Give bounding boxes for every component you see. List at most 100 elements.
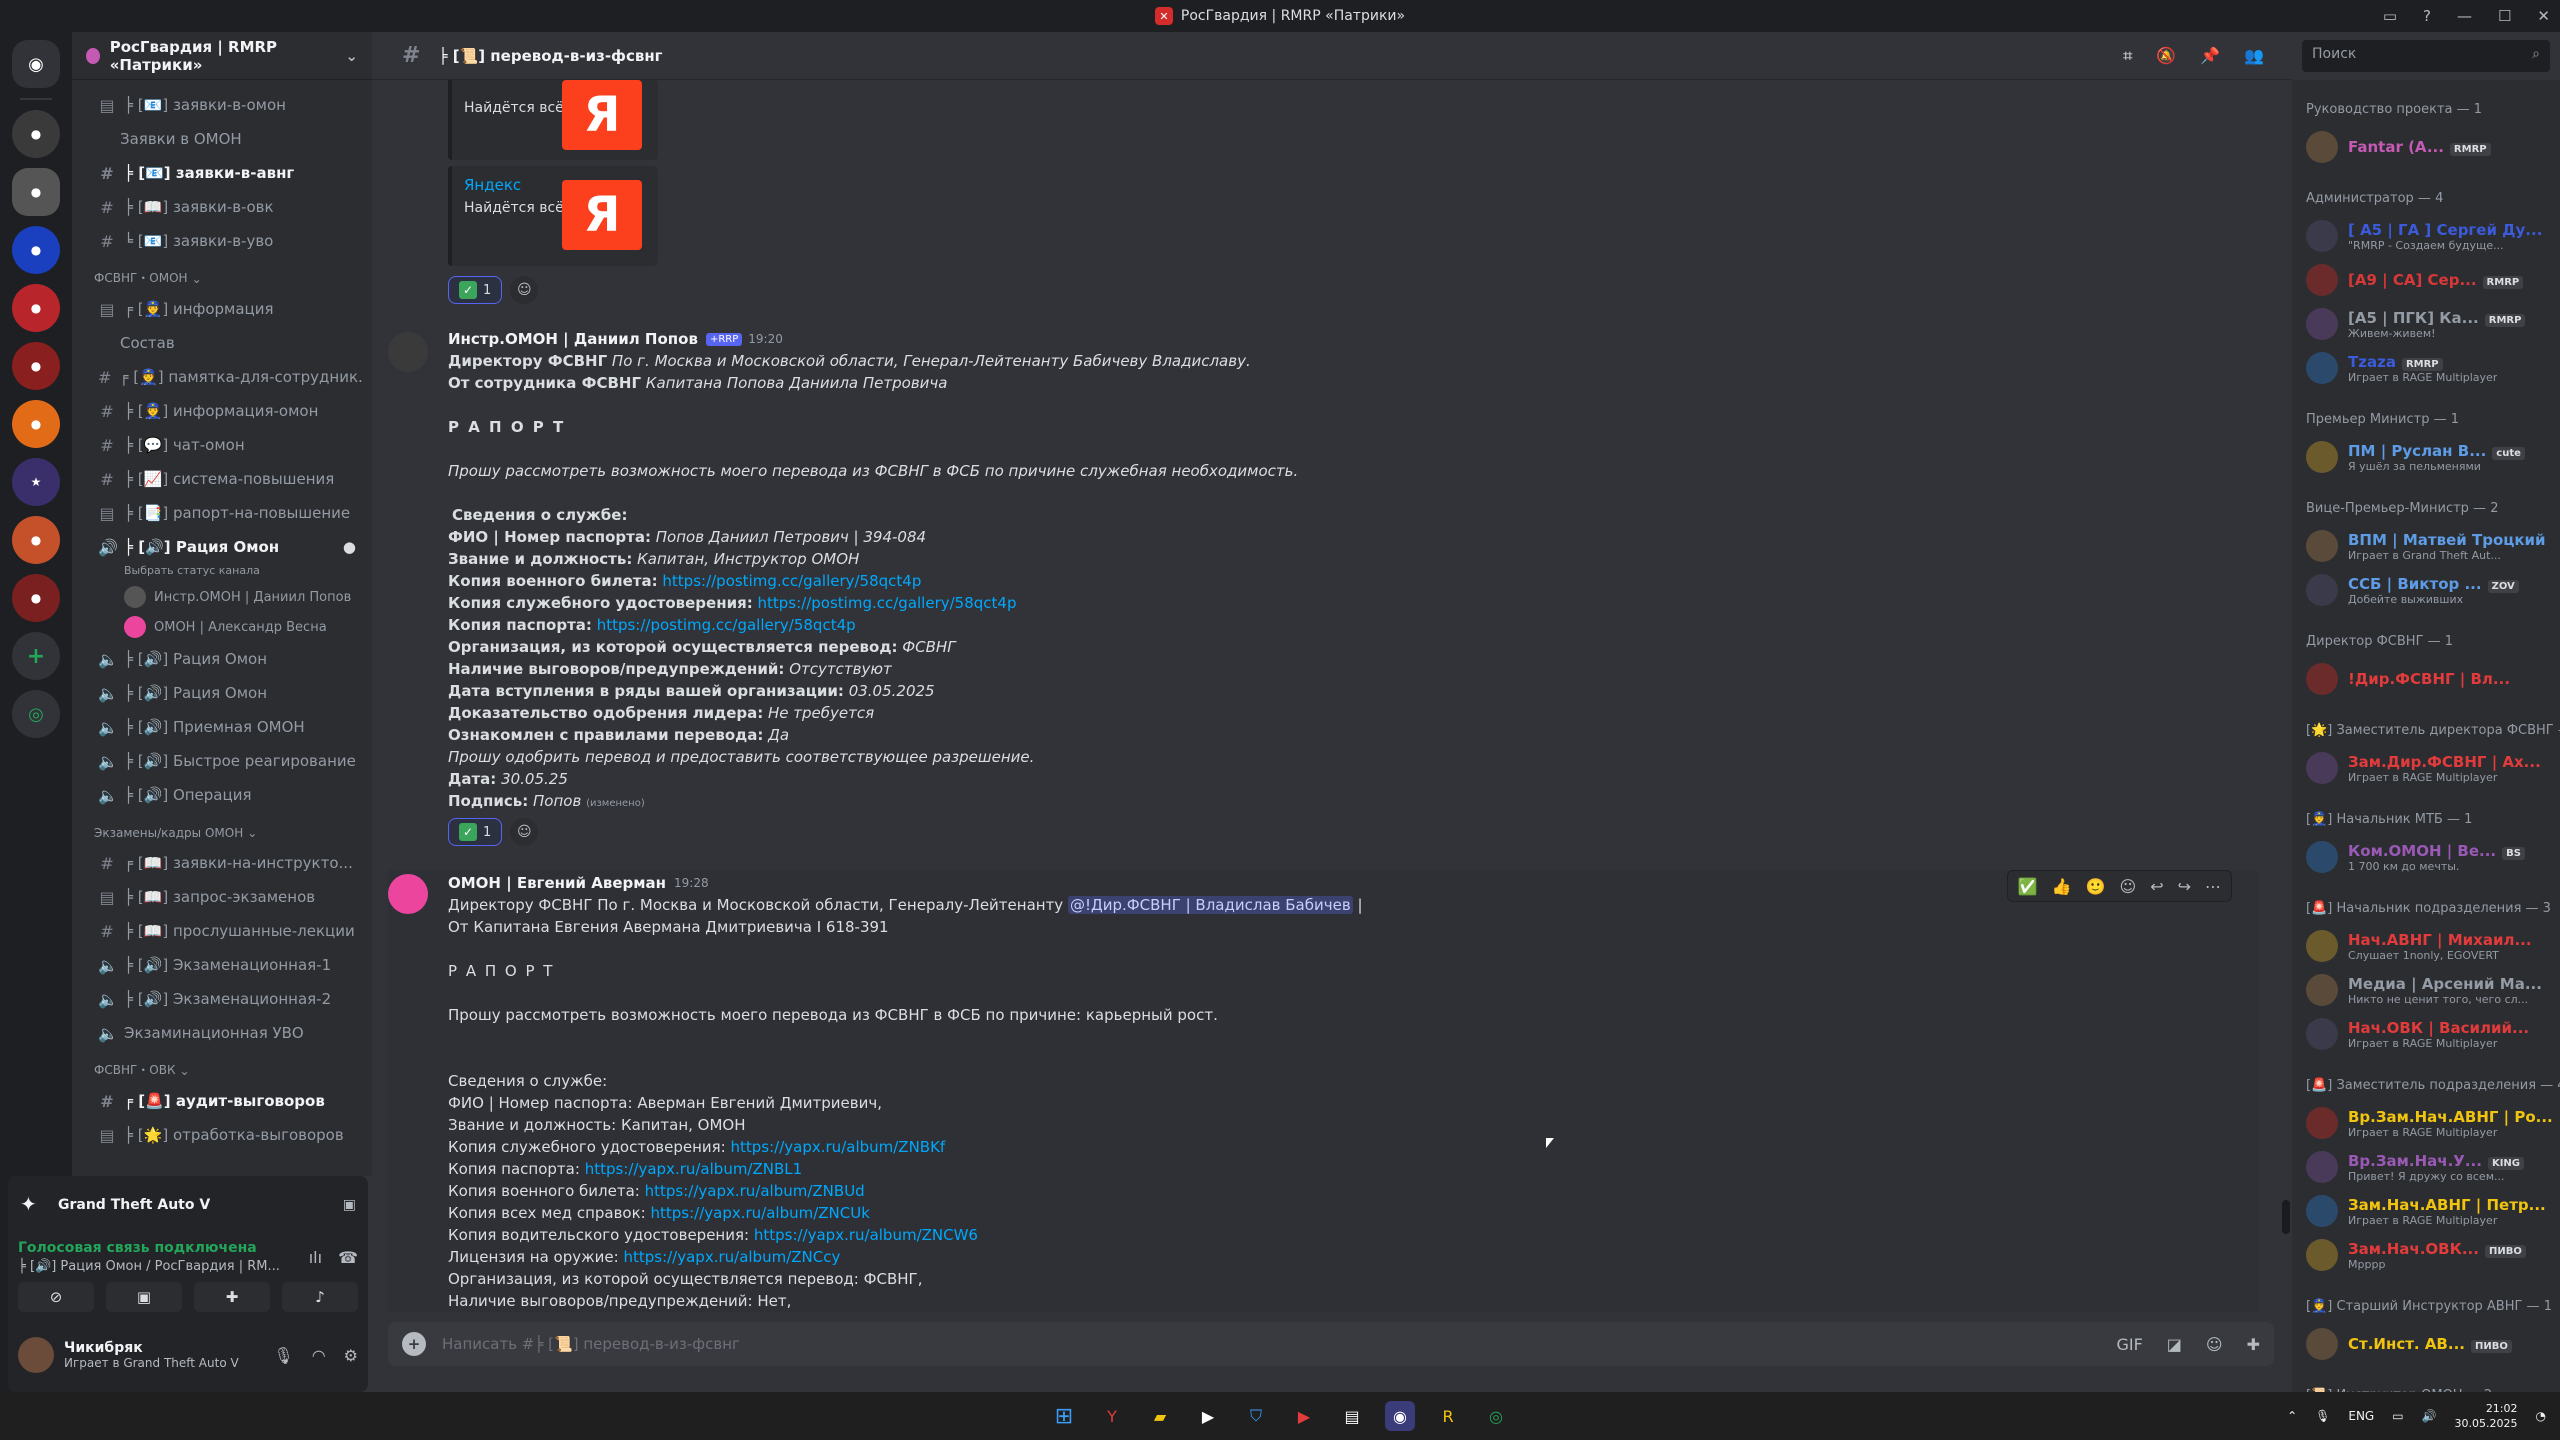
discord-taskbar-icon[interactable]: ◉ bbox=[1385, 1401, 1415, 1431]
server-header[interactable]: РосГвардия | RMRP «Патрики» ⌄ bbox=[72, 32, 372, 80]
channel-item[interactable]: # ╒ [🚨] аудит-выговоров bbox=[80, 1084, 364, 1118]
message-author[interactable]: Инстр.ОМОН | Даниил Попов bbox=[448, 330, 698, 348]
member-item[interactable]: Fantar (A... RMRP bbox=[2300, 125, 2552, 169]
more-icon[interactable]: ⋯ bbox=[2205, 877, 2221, 896]
channel-item[interactable]: # ╞ [📧] заявки-в-авнг bbox=[80, 156, 364, 190]
smile-emoji-icon[interactable]: 🙂 bbox=[2086, 877, 2106, 896]
voice-channel[interactable]: 🔈 ╞ [🔊] Операция bbox=[80, 778, 364, 812]
member-item[interactable]: [A5 | ПГК] Ка... RMRP Живем-живем! bbox=[2300, 302, 2552, 346]
close-button[interactable]: ✕ bbox=[2537, 7, 2550, 25]
category-header[interactable]: ФСВНГ・ОВК ⌄ bbox=[80, 1050, 364, 1084]
server-icon-7[interactable]: ★ bbox=[12, 458, 60, 506]
member-item[interactable]: !Дир.ФСВНГ | Вл... bbox=[2300, 657, 2552, 701]
add-reaction-icon[interactable]: ☺ bbox=[510, 818, 539, 846]
notepad-icon[interactable]: ▤ bbox=[1337, 1401, 1367, 1431]
microphone-icon[interactable]: 🎙 bbox=[273, 1346, 293, 1365]
notifications-icon[interactable]: ◔ bbox=[2536, 1409, 2546, 1423]
channel-item[interactable]: ▤ ╒ [👮] информация bbox=[80, 292, 364, 326]
channel-item[interactable]: # ╘ [📧] заявки-в-уво bbox=[80, 224, 364, 258]
clock[interactable]: 21:02 30.05.2025 bbox=[2455, 1401, 2518, 1431]
member-item[interactable]: Нач.ОВК | Василий... Играет в RAGE Multip… bbox=[2300, 1012, 2552, 1056]
link[interactable]: https://postimg.cc/gallery/58qct4p bbox=[662, 572, 921, 590]
user-mention[interactable]: @!Дир.ФСВНГ | Владислав Бабичев bbox=[1067, 896, 1353, 914]
notification-bell-icon[interactable]: 🔕 bbox=[2156, 46, 2176, 66]
link[interactable]: https://yapx.ru/album/ZNCW6 bbox=[754, 1226, 978, 1244]
voice-channel-label[interactable]: ╞ [🔊] Рация Омон / РосГвардия | RM... bbox=[18, 1259, 280, 1274]
server-icon-6[interactable]: ● bbox=[12, 400, 60, 448]
search-input[interactable]: Поиск ⌕ bbox=[2302, 40, 2550, 72]
member-item[interactable]: Нач.АВНГ | Михаил... Слушает 1nonly, EGOV… bbox=[2300, 924, 2552, 968]
volume-icon[interactable]: 🔊 bbox=[2422, 1409, 2437, 1423]
channel-item[interactable]: # ╒ [📖] заявки-на-инструкто... bbox=[80, 846, 364, 880]
channel-item[interactable]: ▤ ╞ [📑] рапорт-на-повышение bbox=[80, 496, 364, 530]
reaction-check[interactable]: ✓ 1 bbox=[448, 818, 503, 846]
voice-channel[interactable]: 🔈 ╞ [🔊] Экзаменационная-2 bbox=[80, 982, 364, 1016]
soundboard-button[interactable]: ♪ bbox=[282, 1282, 358, 1312]
yandex-browser-icon[interactable]: Y bbox=[1097, 1401, 1127, 1431]
link[interactable]: https://postimg.cc/gallery/58qct4p bbox=[597, 616, 856, 634]
discord-home-icon[interactable]: ◉ bbox=[12, 40, 60, 88]
member-item[interactable]: Вр.Зам.Нач.У... KING Привет! Я дружу со вс… bbox=[2300, 1145, 2552, 1189]
media-player-icon[interactable]: ▶ bbox=[1193, 1401, 1223, 1431]
member-item[interactable]: ССБ | Виктор ... ZOV Добейте выживших bbox=[2300, 568, 2552, 612]
thumbs-up-icon[interactable]: 👍 bbox=[2052, 877, 2072, 896]
member-item[interactable]: ВПМ | Матвей Троцкий Играет в Grand Theft… bbox=[2300, 524, 2552, 568]
member-item[interactable]: [A9 | CA] Сер... RMRP bbox=[2300, 258, 2552, 302]
voice-user[interactable]: ОМОН | Александр Весна bbox=[80, 612, 364, 642]
voice-channel[interactable]: 🔈 ╞ [🔊] Приемная ОМОН bbox=[80, 710, 364, 744]
category-header[interactable]: Экзамены/кадры ОМОН ⌄ bbox=[80, 812, 364, 846]
server-icon-9[interactable]: ● bbox=[12, 574, 60, 622]
avatar[interactable] bbox=[388, 874, 428, 914]
inbox-icon[interactable]: ▭ bbox=[2383, 7, 2397, 25]
activity-panel[interactable]: ✦ Grand Theft Auto V ▣ bbox=[8, 1176, 368, 1234]
channel-item[interactable]: ▤ ╞ [📧] заявки-в-омон bbox=[80, 88, 364, 122]
channel-item[interactable]: ▤ ╞ [🌟] отработка-выговоров bbox=[80, 1118, 364, 1152]
server-icon-1[interactable]: ● bbox=[12, 110, 60, 158]
reaction-check[interactable]: ✓ 1 bbox=[448, 276, 503, 304]
link[interactable]: https://yapx.ru/album/ZNCUk bbox=[651, 1204, 870, 1222]
voice-status-hint[interactable]: Выбрать статус канала bbox=[80, 564, 364, 582]
link-embed[interactable]: Найдётся всё Я bbox=[448, 80, 658, 160]
activities-button[interactable]: ✚ bbox=[194, 1282, 270, 1312]
chat-bubble-icon[interactable]: ● bbox=[343, 538, 356, 556]
member-item[interactable]: Зам.Дир.ФСВНГ | Ах... Играет в RAGE Multi… bbox=[2300, 746, 2552, 790]
check-emoji-icon[interactable]: ✅ bbox=[2018, 877, 2038, 896]
chrome-icon[interactable]: ◎ bbox=[1481, 1401, 1511, 1431]
screen-share-icon[interactable]: ▣ bbox=[343, 1197, 356, 1213]
pin-icon[interactable]: 📌 bbox=[2200, 46, 2220, 66]
link[interactable]: https://yapx.ru/album/ZNBUd bbox=[645, 1182, 865, 1200]
link[interactable]: https://yapx.ru/album/ZNBKf bbox=[731, 1138, 946, 1156]
channel-item[interactable]: # ╞ [👮] информация-омон bbox=[80, 394, 364, 428]
avatar[interactable] bbox=[388, 332, 428, 372]
member-item[interactable]: Ст.Инст. АВ... ПИВО bbox=[2300, 1322, 2552, 1366]
maximize-button[interactable]: ☐ bbox=[2498, 7, 2511, 25]
server-icon-5[interactable]: ● bbox=[12, 342, 60, 390]
member-item[interactable]: Зам.Нач.ОВК... ПИВО Мрррр bbox=[2300, 1233, 2552, 1277]
member-item[interactable]: Медиа | Арсений Ма... Никто не ценит того… bbox=[2300, 968, 2552, 1012]
server-icon-2[interactable]: ● bbox=[12, 168, 60, 216]
link[interactable]: https://yapx.ru/album/ZNCcy bbox=[623, 1248, 840, 1266]
headphones-icon[interactable]: ◠ bbox=[312, 1346, 326, 1365]
link[interactable]: https://postimg.cc/gallery/58qct4p bbox=[758, 594, 1017, 612]
message-author[interactable]: ОМОН | Евгений Аверман bbox=[448, 874, 666, 892]
gif-icon[interactable]: GIF bbox=[2116, 1335, 2142, 1354]
minimize-button[interactable]: — bbox=[2457, 7, 2472, 25]
emoji-icon[interactable]: ☺ bbox=[2206, 1335, 2223, 1354]
channel-item[interactable]: ▤ ╞ [📖] запрос-экзаменов bbox=[80, 880, 364, 914]
file-explorer-icon[interactable]: ▰ bbox=[1145, 1401, 1175, 1431]
language-indicator[interactable]: ENG bbox=[2348, 1409, 2374, 1423]
channel-item[interactable]: Состав bbox=[80, 326, 364, 360]
voice-channel-active[interactable]: 🔊 ╞ [🔊] Рация Омон ● bbox=[80, 530, 364, 564]
member-list-icon[interactable]: 👥 bbox=[2244, 46, 2264, 66]
channel-item[interactable]: # ╞ [📖] заявки-в-овк bbox=[80, 190, 364, 224]
member-item[interactable]: ПМ | Руслан В... cute Я ушёл за пельменями bbox=[2300, 435, 2552, 479]
rockstar-icon[interactable]: R bbox=[1433, 1401, 1463, 1431]
voice-channel[interactable]: 🔈 ╞ [🔊] Экзаменационная-1 bbox=[80, 948, 364, 982]
voice-channel[interactable]: 🔈 Экзаминационная УВО bbox=[80, 1016, 364, 1050]
channel-item[interactable]: # ╞ [💬] чат-омон bbox=[80, 428, 364, 462]
server-icon-3[interactable]: ● bbox=[12, 226, 60, 274]
channel-item[interactable]: # ╞ [📈] система-повышения bbox=[80, 462, 364, 496]
channel-item[interactable]: Заявки в ОМОН bbox=[80, 122, 364, 156]
reply-icon[interactable]: ↩ bbox=[2150, 877, 2163, 896]
scrollbar-thumb[interactable] bbox=[2282, 1200, 2290, 1234]
